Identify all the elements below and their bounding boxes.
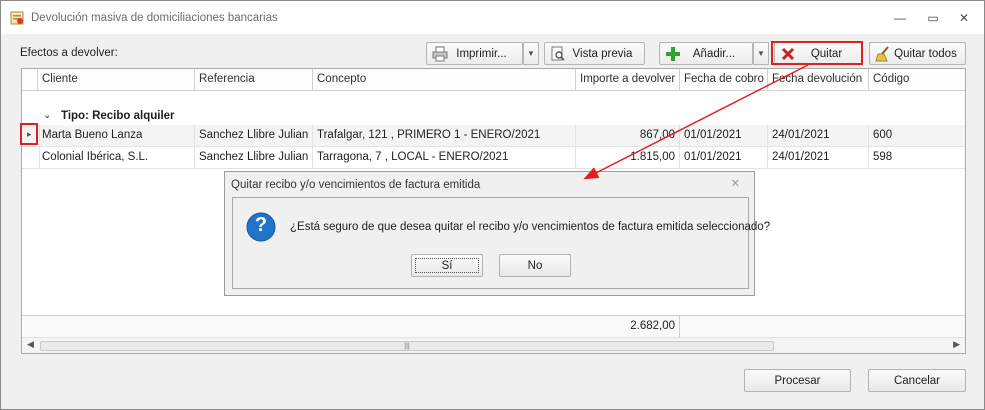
dialog-title: Quitar recibo y/o vencimientos de factur… xyxy=(231,179,481,191)
group-label: Tipo: Recibo alquiler xyxy=(61,110,175,122)
cell-cliente[interactable]: Colonial Ibérica, S.L. xyxy=(38,147,195,168)
column-header-importe[interactable]: Importe a devolver xyxy=(576,69,680,90)
restore-button[interactable]: ▭ xyxy=(925,11,941,25)
add-label: Añadir... xyxy=(692,47,736,60)
yes-label: Sí xyxy=(441,259,453,272)
cell-codigo[interactable]: 598 xyxy=(869,147,965,168)
highlight-remove-button xyxy=(771,41,863,65)
cell-cliente[interactable]: Marta Bueno Lanza xyxy=(38,125,195,146)
remove-all-label: Quitar todos xyxy=(894,47,957,60)
chevron-down-icon: ▼ xyxy=(757,49,765,58)
chevron-down-icon[interactable]: ⌄ xyxy=(43,110,51,121)
confirm-dialog: Quitar recibo y/o vencimientos de factur… xyxy=(224,171,770,296)
print-button[interactable]: Imprimir... xyxy=(426,42,523,65)
cell-fecha-cobro[interactable]: 01/01/2021 xyxy=(680,147,768,168)
cell-importe[interactable]: 1.815,00 xyxy=(576,147,680,168)
column-header-fecha-devolucion[interactable]: Fecha devolución xyxy=(768,69,869,90)
process-button[interactable]: Procesar xyxy=(744,369,851,392)
plus-icon xyxy=(666,47,680,61)
no-button[interactable]: No xyxy=(499,254,571,277)
cell-codigo[interactable]: 600 xyxy=(869,125,965,146)
cancel-button[interactable]: Cancelar xyxy=(868,369,966,392)
preview-label: Vista previa xyxy=(572,47,633,60)
window-title: Devolución masiva de domiciliaciones ban… xyxy=(31,12,278,24)
column-header-fecha-cobro[interactable]: Fecha de cobro xyxy=(680,69,768,90)
app-icon xyxy=(10,11,24,25)
chevron-down-icon: ▼ xyxy=(527,49,535,58)
dialog-close-icon[interactable]: ✕ xyxy=(731,177,740,190)
print-label: Imprimir... xyxy=(456,47,507,60)
yes-button[interactable]: Sí xyxy=(411,254,483,277)
cell-importe[interactable]: 867,00 xyxy=(576,125,680,146)
dialog-message: ¿Está seguro de que desea quitar el reci… xyxy=(290,221,771,233)
grip-icon: ||| xyxy=(404,343,410,350)
indicator-header xyxy=(22,69,38,90)
remove-all-button[interactable]: Quitar todos xyxy=(869,42,966,65)
total-importe: 2.682,00 xyxy=(576,316,680,337)
add-button[interactable]: Añadir... xyxy=(659,42,753,65)
column-header-concepto[interactable]: Concepto xyxy=(313,69,576,90)
minimize-button[interactable]: — xyxy=(892,11,908,25)
scrollbar-thumb[interactable]: ||| xyxy=(40,341,774,351)
column-header-cliente[interactable]: Cliente xyxy=(38,69,195,90)
print-dropdown-button[interactable]: ▼ xyxy=(523,42,539,65)
cell-referencia[interactable]: Sanchez Llibre Julian ... xyxy=(195,147,313,168)
no-label: No xyxy=(527,259,543,272)
grid-footer: 2.682,00 xyxy=(22,315,965,337)
column-header-codigo[interactable]: Código xyxy=(869,69,965,90)
cell-concepto[interactable]: Tarragona, 7 , LOCAL - ENERO/2021 xyxy=(313,147,576,168)
process-label: Procesar xyxy=(774,374,821,387)
preview-icon xyxy=(551,46,565,61)
group-row[interactable]: ⌄ Tipo: Recibo alquiler xyxy=(22,108,965,126)
scroll-right-icon[interactable]: ▶ xyxy=(953,339,960,350)
preview-button[interactable]: Vista previa xyxy=(544,42,645,65)
scroll-left-icon[interactable]: ◀ xyxy=(27,339,34,350)
broom-icon xyxy=(875,46,889,62)
dialog-body: ? ¿Está seguro de que desea quitar el re… xyxy=(232,197,770,289)
cell-fecha-devolucion[interactable]: 24/01/2021 xyxy=(768,125,869,146)
efectos-label: Efectos a devolver: xyxy=(20,47,118,59)
grid-header: Cliente Referencia Concepto Importe a de… xyxy=(22,69,965,91)
table-row[interactable]: Colonial Ibérica, S.L. Sanchez Llibre Ju… xyxy=(22,147,965,169)
cell-fecha-devolucion[interactable]: 24/01/2021 xyxy=(768,147,869,168)
cell-concepto[interactable]: Trafalgar, 121 , PRIMERO 1 - ENERO/2021 xyxy=(313,125,576,146)
highlight-row-indicator xyxy=(20,123,38,145)
cancel-label: Cancelar xyxy=(893,374,941,387)
column-header-referencia[interactable]: Referencia xyxy=(195,69,313,90)
cell-fecha-cobro[interactable]: 01/01/2021 xyxy=(680,125,768,146)
printer-icon xyxy=(432,46,448,62)
table-row[interactable]: ▸ Marta Bueno Lanza Sanchez Llibre Julia… xyxy=(22,125,965,147)
add-dropdown-button[interactable]: ▼ xyxy=(753,42,769,65)
title-bar: Devolución masiva de domiciliaciones ban… xyxy=(1,1,984,34)
horizontal-scrollbar[interactable]: ◀ ||| ▶ xyxy=(22,337,965,353)
close-button[interactable]: ✕ xyxy=(956,11,972,25)
question-glyph: ? xyxy=(254,214,268,236)
cell-referencia[interactable]: Sanchez Llibre Julian ... xyxy=(195,125,313,146)
